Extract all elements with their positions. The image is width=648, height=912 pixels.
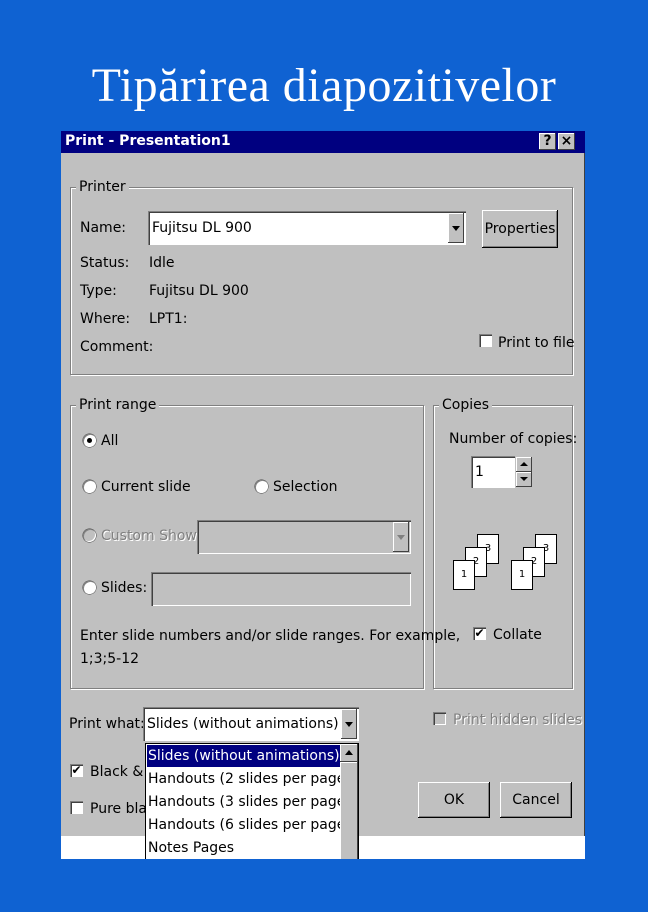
- selection-radio[interactable]: [255, 480, 268, 493]
- page-icon: 1: [453, 560, 475, 590]
- print-to-file-label[interactable]: Print to file: [498, 335, 574, 351]
- list-item[interactable]: Notes Pages: [147, 837, 340, 859]
- comment-label: Comment:: [80, 339, 154, 355]
- print-what-select[interactable]: Slides (without animations): [143, 707, 359, 741]
- printer-name-value: Fujitsu DL 900: [152, 220, 252, 236]
- help-button[interactable]: ?: [539, 133, 556, 150]
- all-label[interactable]: All: [101, 433, 118, 449]
- properties-button[interactable]: Properties: [482, 210, 558, 248]
- selection-label[interactable]: Selection: [273, 479, 338, 495]
- print-what-label: Print what:: [69, 716, 145, 732]
- close-button[interactable]: ×: [558, 133, 575, 150]
- list-item[interactable]: Slides (without animations): [147, 745, 340, 767]
- custom-show-radio[interactable]: [83, 529, 96, 542]
- chevron-down-icon[interactable]: [393, 522, 409, 552]
- collate-checkbox[interactable]: ✔: [473, 627, 486, 640]
- page-icon: 1: [511, 560, 533, 590]
- chevron-down-icon[interactable]: [341, 709, 357, 739]
- list-item[interactable]: Handouts (2 slides per page): [147, 768, 351, 790]
- slides-label[interactable]: Slides:: [101, 580, 147, 596]
- print-hidden-slides-label: Print hidden slides: [453, 712, 582, 728]
- status-label: Status:: [80, 255, 130, 271]
- printer-name-label: Name:: [80, 220, 127, 236]
- pure-black-checkbox[interactable]: [70, 801, 83, 814]
- where-label: Where:: [80, 311, 131, 327]
- number-of-copies-label: Number of copies:: [449, 431, 578, 447]
- dropdown-scrollbar[interactable]: [340, 744, 358, 859]
- copies-group-label: Copies: [439, 397, 493, 413]
- print-what-dropdown-list[interactable]: Slides (without animations) Handouts (2 …: [145, 743, 359, 859]
- status-value: Idle: [149, 255, 175, 271]
- custom-show-select[interactable]: [197, 520, 411, 554]
- current-slide-label[interactable]: Current slide: [101, 479, 191, 495]
- type-value: Fujitsu DL 900: [149, 283, 249, 299]
- collate-label[interactable]: Collate: [493, 627, 542, 643]
- where-value: LPT1:: [149, 311, 188, 327]
- all-radio[interactable]: [83, 434, 96, 447]
- scroll-up-icon[interactable]: [340, 744, 358, 762]
- current-slide-radio[interactable]: [83, 480, 96, 493]
- scroll-thumb[interactable]: [340, 762, 358, 859]
- copies-value: 1: [475, 464, 484, 480]
- spin-up-icon[interactable]: [516, 457, 532, 472]
- slides-hint: Enter slide numbers and/or slide ranges.…: [80, 628, 461, 644]
- cancel-button[interactable]: Cancel: [500, 782, 572, 818]
- print-what-value: Slides (without animations): [147, 716, 339, 732]
- dialog-title: Print - Presentation1: [65, 133, 231, 149]
- slides-input[interactable]: [151, 572, 411, 606]
- dialog-titlebar[interactable]: Print - Presentation1 ? ×: [61, 131, 585, 153]
- print-dialog: Print - Presentation1 ? × Printer Name: …: [61, 131, 585, 859]
- slides-hint-example: 1;3;5-12: [80, 651, 140, 667]
- copies-input[interactable]: 1: [471, 456, 515, 488]
- list-item[interactable]: Handouts (3 slides per page): [147, 791, 351, 813]
- black-white-checkbox[interactable]: ✔: [70, 764, 83, 777]
- print-hidden-slides-checkbox[interactable]: [433, 712, 446, 725]
- slide-title: Tipărirea diapozitivelor: [91, 59, 557, 112]
- list-item[interactable]: Handouts (6 slides per page): [147, 814, 351, 836]
- custom-show-label: Custom Show:: [101, 528, 201, 544]
- printer-group-label: Printer: [76, 179, 129, 195]
- ok-button[interactable]: OK: [418, 782, 490, 818]
- print-range-group-label: Print range: [76, 397, 160, 413]
- slides-radio[interactable]: [83, 581, 96, 594]
- chevron-down-icon[interactable]: [448, 213, 464, 243]
- type-label: Type:: [80, 283, 117, 299]
- spin-down-icon[interactable]: [516, 472, 532, 487]
- printer-name-select[interactable]: Fujitsu DL 900: [148, 211, 466, 245]
- print-to-file-checkbox[interactable]: [479, 334, 492, 347]
